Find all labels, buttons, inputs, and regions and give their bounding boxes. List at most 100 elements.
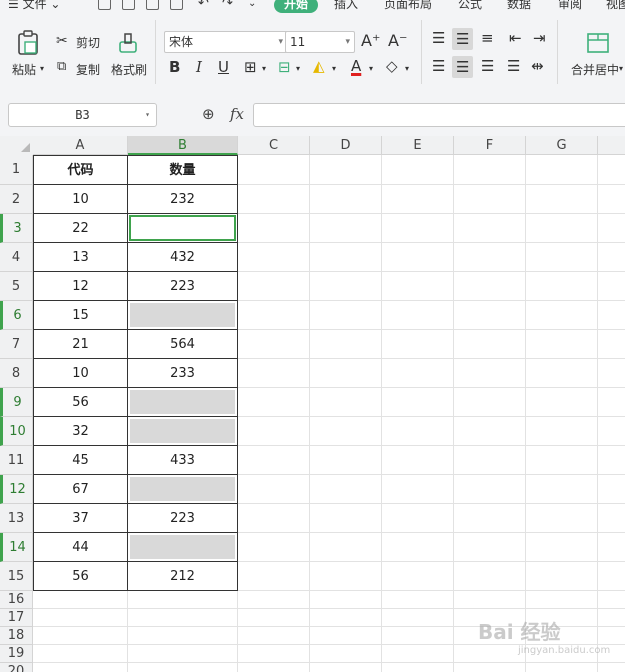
menu-formulas[interactable]: 公式: [458, 0, 482, 13]
cell-a5[interactable]: 12: [33, 272, 128, 301]
paste-button[interactable]: [14, 30, 40, 56]
cell-b12[interactable]: [128, 475, 238, 504]
menu-insert[interactable]: 插入: [334, 0, 358, 13]
zoom-icon[interactable]: ⊕: [202, 105, 215, 123]
column-header-overflow[interactable]: [598, 136, 625, 155]
cell-a8[interactable]: 10: [33, 359, 128, 388]
cell-a3[interactable]: 22: [33, 214, 128, 243]
cell-b4[interactable]: 432: [128, 243, 238, 272]
align-top-icon[interactable]: ☰: [432, 29, 445, 47]
cell-b5[interactable]: 223: [128, 272, 238, 301]
align-right-icon[interactable]: ☰: [481, 57, 494, 75]
distributed-align-icon[interactable]: ⇹: [531, 57, 544, 75]
row-header-6[interactable]: 6: [0, 301, 33, 330]
header-cell-code[interactable]: 代码: [33, 155, 128, 185]
column-header-d[interactable]: D: [310, 136, 382, 155]
column-header-g[interactable]: G: [526, 136, 598, 155]
fx-icon[interactable]: fx: [230, 105, 244, 123]
align-left-icon[interactable]: ☰: [432, 57, 445, 75]
row-header-8[interactable]: 8: [0, 359, 33, 388]
menu-page-layout[interactable]: 页面布局: [384, 0, 432, 13]
chevron-down-icon[interactable]: ▾: [619, 64, 623, 73]
chevron-down-icon[interactable]: ▾: [332, 60, 336, 78]
formula-input[interactable]: [253, 103, 625, 127]
row-header-9[interactable]: 9: [0, 388, 33, 417]
cell-b7[interactable]: 564: [128, 330, 238, 359]
fill-color-icon[interactable]: ◭: [313, 57, 325, 75]
cut-button[interactable]: 剪切: [76, 34, 100, 51]
row-header-17[interactable]: 17: [0, 609, 33, 627]
cell-a10[interactable]: 32: [33, 417, 128, 446]
select-all-corner[interactable]: [0, 136, 34, 156]
chevron-down-icon[interactable]: ▾: [369, 60, 373, 78]
spreadsheet-grid[interactable]: A B C D E F G 1 2 3 4 5 6 7 8 9 10 11 12 13 14 15 16 17 18 19 20 代码…: [0, 136, 625, 672]
cell-a13[interactable]: 37: [33, 504, 128, 533]
cell-b13[interactable]: 223: [128, 504, 238, 533]
name-box[interactable]: B3 ▾: [8, 103, 157, 127]
redo-icon[interactable]: ↷: [222, 0, 233, 13]
font-color-icon[interactable]: A: [351, 57, 361, 75]
menu-home[interactable]: 开始: [274, 0, 319, 13]
export-icon[interactable]: [122, 0, 135, 10]
copy-button[interactable]: 复制: [76, 61, 100, 78]
menu-data[interactable]: 数据: [507, 0, 531, 13]
header-cell-quantity[interactable]: 数量: [128, 155, 238, 185]
row-header-13[interactable]: 13: [0, 504, 33, 533]
chevron-down-icon[interactable]: ▾: [296, 60, 300, 78]
paste-dropdown-icon[interactable]: ▾: [40, 64, 44, 73]
format-painter-button[interactable]: 格式刷: [111, 61, 147, 78]
cell-b15[interactable]: 212: [128, 562, 238, 591]
merge-center-button[interactable]: 合并居中: [571, 61, 619, 78]
cell-a2[interactable]: 10: [33, 185, 128, 214]
row-header-4[interactable]: 4: [0, 243, 33, 272]
row-header-3[interactable]: 3: [0, 214, 33, 243]
font-name-select[interactable]: 宋体 ▾: [164, 31, 288, 53]
cell-a9[interactable]: 56: [33, 388, 128, 417]
cell-b8[interactable]: 233: [128, 359, 238, 388]
column-header-a[interactable]: A: [33, 136, 128, 155]
row-header-15[interactable]: 15: [0, 562, 33, 591]
borders-icon[interactable]: ⊞: [244, 58, 257, 76]
menu-view[interactable]: 视图: [606, 0, 625, 13]
cell-a12[interactable]: 67: [33, 475, 128, 504]
font-size-select[interactable]: 11 ▾: [285, 31, 355, 53]
cell-b3[interactable]: [128, 214, 238, 243]
column-header-e[interactable]: E: [382, 136, 454, 155]
menu-file[interactable]: ☰ 文件 ⌄: [8, 0, 60, 13]
print-preview-icon[interactable]: [170, 0, 183, 10]
grow-font-button[interactable]: A⁺: [361, 32, 380, 50]
cell-style-icon[interactable]: ⊟: [278, 58, 291, 76]
cell-b2[interactable]: 232: [128, 185, 238, 214]
cell-b6[interactable]: [128, 301, 238, 330]
print-icon[interactable]: [146, 0, 159, 10]
column-header-f[interactable]: F: [454, 136, 526, 155]
row-header-7[interactable]: 7: [0, 330, 33, 359]
cell-a7[interactable]: 21: [33, 330, 128, 359]
row-header-20[interactable]: 20: [0, 663, 33, 672]
column-header-b[interactable]: B: [128, 136, 238, 155]
row-header-11[interactable]: 11: [0, 446, 33, 475]
justify-icon[interactable]: ☰: [507, 57, 520, 75]
cell-a6[interactable]: 15: [33, 301, 128, 330]
bold-button[interactable]: B: [169, 58, 180, 76]
row-header-16[interactable]: 16: [0, 591, 33, 609]
row-header-10[interactable]: 10: [0, 417, 33, 446]
increase-indent-icon[interactable]: ⇥: [533, 29, 546, 47]
undo-icon[interactable]: ↶: [198, 0, 209, 13]
row-header-14[interactable]: 14: [0, 533, 33, 562]
column-header-c[interactable]: C: [238, 136, 310, 155]
chevron-down-icon[interactable]: ▾: [405, 60, 409, 78]
row-header-12[interactable]: 12: [0, 475, 33, 504]
align-middle-icon[interactable]: ☰: [452, 28, 474, 50]
shrink-font-button[interactable]: A⁻: [388, 32, 407, 50]
cell-a15[interactable]: 56: [33, 562, 128, 591]
cell-a14[interactable]: 44: [33, 533, 128, 562]
underline-button[interactable]: U: [218, 58, 229, 76]
cell-a4[interactable]: 13: [33, 243, 128, 272]
menu-review[interactable]: 审阅: [558, 0, 582, 13]
cell-b10[interactable]: [128, 417, 238, 446]
row-header-1[interactable]: 1: [0, 155, 33, 185]
chevron-down-icon[interactable]: ▾: [262, 60, 266, 78]
row-header-5[interactable]: 5: [0, 272, 33, 301]
cell-b11[interactable]: 433: [128, 446, 238, 475]
